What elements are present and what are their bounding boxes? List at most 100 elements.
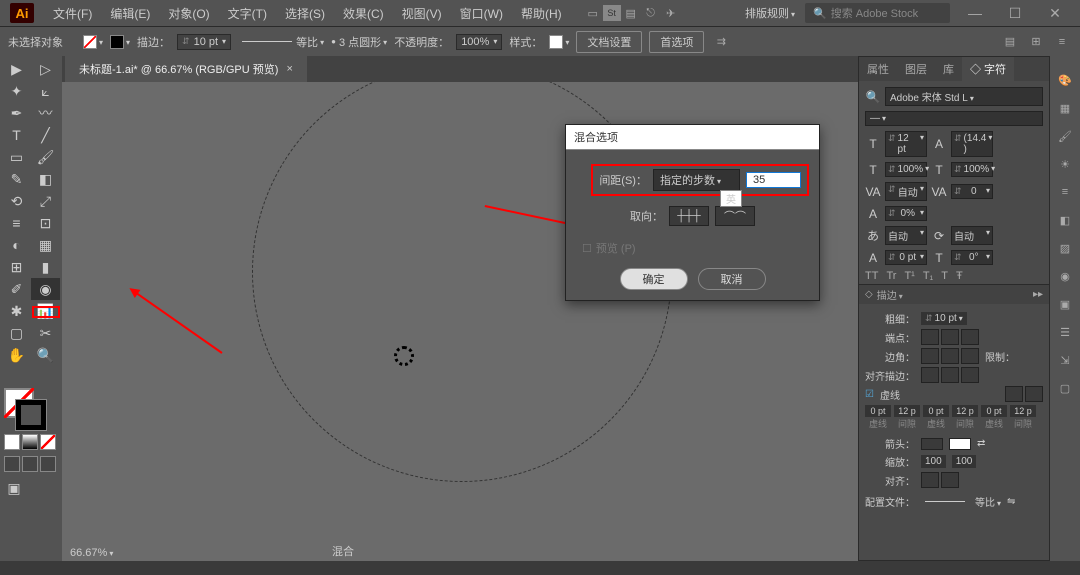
brushes-panel-icon[interactable]: 🖌	[1050, 122, 1080, 150]
rotation-field[interactable]: 自动	[951, 226, 993, 245]
tt-underline-icon[interactable]: T	[941, 270, 948, 282]
layers-panel-icon[interactable]: ☰	[1050, 318, 1080, 346]
symbols-panel-icon[interactable]: ☀	[1050, 150, 1080, 178]
gradient-mode-icon[interactable]	[22, 434, 38, 450]
font-family-select[interactable]: Adobe 宋体 Std L	[885, 87, 1043, 106]
artboard-tool[interactable]: ▢	[2, 322, 31, 344]
rotate-char-field[interactable]: 0°	[951, 250, 993, 265]
toolbar-icon-send[interactable]: ✈	[661, 3, 681, 23]
style-dropdown[interactable]	[549, 35, 569, 49]
tab-character[interactable]: ◇ 字符	[962, 57, 1014, 81]
align-outside-icon[interactable]	[961, 367, 979, 383]
small-circle-path[interactable]	[394, 346, 414, 366]
width-tool[interactable]: ≡	[2, 212, 31, 234]
toolbar-icon-doc[interactable]: ▭	[583, 3, 603, 23]
align-inside-icon[interactable]	[941, 367, 959, 383]
toolbar-icon-st[interactable]: St	[603, 5, 621, 21]
preview-checkbox[interactable]: ☐	[582, 242, 592, 255]
tt-smallcaps-icon[interactable]: Tr	[886, 270, 896, 282]
zoom-tool[interactable]: 🔍	[31, 344, 60, 366]
blend-tool[interactable]: ◉	[31, 278, 60, 300]
type-tool[interactable]: T	[2, 124, 31, 146]
transparency-panel-icon[interactable]: ▨	[1050, 234, 1080, 262]
arrow-scale-end[interactable]: 100	[952, 455, 977, 468]
spacing-mode-select[interactable]: 指定的步数	[653, 169, 740, 191]
arrow-swap-icon[interactable]: ⇄	[977, 438, 985, 449]
arrow-scale-start[interactable]: 100	[921, 455, 946, 468]
scale-tool[interactable]: ⤢	[31, 190, 60, 212]
gradient-panel-icon[interactable]: ◧	[1050, 206, 1080, 234]
vscale-field[interactable]: 100%	[885, 162, 927, 177]
dash-field-5[interactable]: 12 p	[1010, 405, 1036, 417]
panel-toggle-icon[interactable]: ▸▸	[1033, 289, 1043, 300]
weight-field[interactable]: 10 pt	[921, 312, 967, 325]
direct-selection-tool[interactable]: ▷	[31, 58, 60, 80]
arrow-align-end-icon[interactable]	[941, 472, 959, 488]
arrow-start-select[interactable]	[921, 438, 943, 450]
tt-caps-icon[interactable]: TT	[865, 270, 878, 282]
tracking-field[interactable]: 0	[951, 184, 993, 199]
cap-round-icon[interactable]	[941, 329, 959, 345]
none-mode-icon[interactable]	[40, 434, 56, 450]
hscale-field[interactable]: 100%	[951, 162, 993, 177]
align-center-icon[interactable]	[921, 367, 939, 383]
font-style-select[interactable]: —	[865, 111, 1043, 126]
eyedropper-tool[interactable]: ✐	[2, 278, 31, 300]
arrow-end-select[interactable]	[949, 438, 971, 450]
dash-field-0[interactable]: 0 pt	[865, 405, 891, 417]
shift-field[interactable]: 0 pt	[885, 250, 927, 265]
slice-tool[interactable]: ✂	[31, 322, 60, 344]
zoom-level[interactable]: 66.67%	[70, 547, 113, 559]
toolbar-icon-arrange[interactable]: ▤	[621, 3, 641, 23]
font-search-icon[interactable]: 🔍	[865, 90, 881, 104]
lasso-tool[interactable]: ⟀	[31, 80, 60, 102]
corner-round-icon[interactable]	[941, 348, 959, 364]
spacing-value-input[interactable]	[746, 172, 801, 188]
adobe-stock-search[interactable]: 🔍搜索 Adobe Stock	[805, 3, 950, 23]
window-minimize-icon[interactable]: —	[960, 5, 990, 21]
draw-normal-icon[interactable]	[4, 456, 20, 472]
menu-window[interactable]: 窗口(W)	[451, 5, 512, 22]
dash-field-1[interactable]: 12 p	[894, 405, 920, 417]
rotate-tool[interactable]: ⟲	[2, 190, 31, 212]
dash-field-3[interactable]: 12 p	[952, 405, 978, 417]
corner-miter-icon[interactable]	[921, 348, 939, 364]
gradient-tool[interactable]: ▮	[31, 256, 60, 278]
shaper-tool[interactable]: ✎	[2, 168, 31, 190]
appearance-panel-icon[interactable]: ◉	[1050, 262, 1080, 290]
dash-align-icon[interactable]	[1025, 386, 1043, 402]
tt-subscript-icon[interactable]: T₁	[923, 270, 933, 282]
stroke-profile-dropdown[interactable]: 等比	[238, 34, 324, 50]
dash-field-4[interactable]: 0 pt	[981, 405, 1007, 417]
doc-setup-button[interactable]: 文档设置	[576, 31, 642, 53]
mesh-tool[interactable]: ⊞	[2, 256, 31, 278]
free-transform-tool[interactable]: ⊡	[31, 212, 60, 234]
panel-icon-2[interactable]: ⊞	[1026, 32, 1046, 52]
cap-square-icon[interactable]	[961, 329, 979, 345]
perspective-tool[interactable]: ▦	[31, 234, 60, 256]
hand-tool[interactable]: ✋	[2, 344, 31, 366]
menu-select[interactable]: 选择(S)	[276, 5, 334, 22]
tab-properties[interactable]: 属性	[859, 57, 897, 81]
leading-field[interactable]: (14.4 )	[951, 131, 993, 157]
layout-dropdown[interactable]: 排版规则	[745, 5, 795, 21]
opacity-field[interactable]: 100%	[456, 34, 502, 50]
tab-close-icon[interactable]: ×	[286, 63, 292, 75]
stroke-weight-field[interactable]: 10 pt	[177, 34, 231, 50]
preferences-button[interactable]: 首选项	[649, 31, 704, 53]
orient-page-button[interactable]: ┼┼┼	[669, 206, 709, 226]
profile-flip-icon[interactable]: ⇋	[1007, 496, 1015, 507]
stroke-swatch-dropdown[interactable]	[110, 35, 130, 49]
menu-help[interactable]: 帮助(H)	[512, 5, 571, 22]
brush-dropdown[interactable]: ● 3 点圆形	[331, 34, 387, 50]
ok-button[interactable]: 确定	[620, 268, 688, 290]
aki-field[interactable]: 自动	[885, 226, 927, 245]
panel-icon-1[interactable]: ▤	[1000, 32, 1020, 52]
symbol-sprayer-tool[interactable]: ✱	[2, 300, 31, 322]
stroke-panel-select[interactable]: 描边	[877, 287, 903, 302]
panel-menu-icon[interactable]: ≡	[1052, 32, 1072, 52]
toolbar-icon-gpu[interactable]: ⎋	[641, 3, 661, 23]
font-size-field[interactable]: 12 pt	[885, 131, 927, 157]
color-panel-icon[interactable]: 🎨	[1050, 66, 1080, 94]
tt-superscript-icon[interactable]: T¹	[904, 270, 914, 282]
